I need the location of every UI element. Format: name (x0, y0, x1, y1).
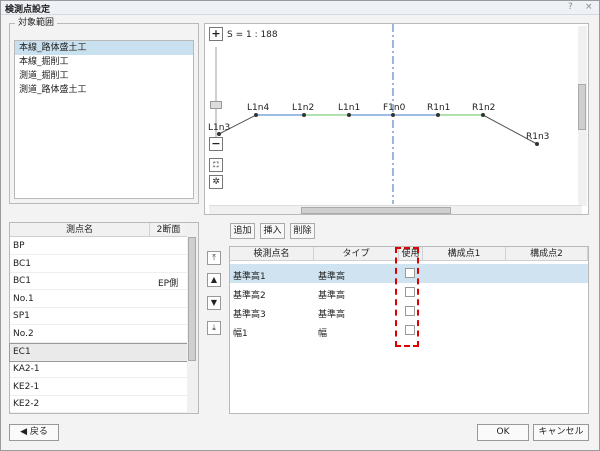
point-label: R1n1 (427, 103, 451, 113)
station-row[interactable]: BP (10, 238, 188, 255)
cancel-button[interactable]: キャンセル (533, 424, 589, 441)
check-point-name: 幅1 (233, 329, 248, 339)
back-button[interactable]: ◀ 戻る (9, 424, 59, 441)
point-label: L1n3 (208, 123, 231, 133)
range-item[interactable]: 測道_掘削工 (15, 69, 193, 83)
range-label: 対象範囲 (15, 15, 58, 28)
point-label: R1n3 (526, 132, 550, 142)
move-bottom-icon[interactable]: ⤓ (207, 321, 221, 335)
station-row[interactable]: KE2-1 (10, 379, 188, 396)
station-row[interactable]: No.1 (10, 291, 188, 308)
column-header[interactable]: タイプ (314, 247, 399, 261)
two-section-value: EP側 (158, 279, 179, 290)
point-r1n1 (436, 113, 440, 117)
range-item[interactable]: 本線_路体盛土工 (15, 41, 193, 55)
range-item[interactable]: 本線_掘削工 (15, 55, 193, 69)
station-row[interactable]: BC1 (10, 256, 188, 273)
station-name: KE2-2 (13, 399, 40, 410)
column-header[interactable]: 構成点2 (506, 247, 588, 261)
preview-horizontal-scrollbar[interactable] (209, 205, 582, 214)
station-row[interactable]: EC1 (9, 342, 189, 362)
delete-button[interactable]: 削除 (290, 223, 315, 239)
add-button[interactable]: 追加 (230, 223, 255, 239)
check-point-name: 基準高1 (233, 272, 266, 282)
use-column-highlight (395, 247, 419, 347)
point-r1n2 (481, 113, 485, 117)
station-name: SP1 (13, 311, 30, 322)
column-header[interactable]: 測点名 (10, 223, 150, 237)
window-title: 検測点設定 (5, 5, 51, 15)
range-item[interactable]: 測道_路体盛土工 (15, 83, 193, 97)
range-list[interactable]: 本線_路体盛土工 本線_掘削工 測道_掘削工 測道_路体盛土工 (14, 40, 194, 199)
preview-vertical-scrollbar[interactable] (578, 26, 587, 206)
check-point-name: 基準高3 (233, 310, 266, 320)
station-row[interactable]: No.2 (10, 326, 188, 343)
point-label: L1n1 (338, 103, 361, 113)
move-down-icon[interactable]: ▼ (207, 296, 221, 310)
station-name: KA2-1 (13, 364, 40, 375)
station-table[interactable]: 測点名 2断面 BP BC1 BC1 EP側 No.1 SP1 No.2 EC1 KA2-1 KE… (9, 222, 199, 414)
station-row[interactable]: BC1 EP側 (10, 273, 188, 291)
check-point-name: 基準高2 (233, 291, 266, 301)
station-name: KE2-1 (13, 381, 40, 392)
point-l1n4 (254, 113, 258, 117)
move-top-icon[interactable]: ⤒ (207, 251, 221, 265)
title-bar: 検測点設定 ? × (1, 1, 599, 15)
move-up-icon[interactable]: ▲ (207, 273, 221, 287)
range-group: 本線_路体盛土工 本線_掘削工 測道_掘削工 測道_路体盛土工 (9, 23, 199, 204)
check-point-type: 基準高 (318, 272, 346, 282)
station-name: EC1 (13, 346, 31, 357)
station-table-scrollbar[interactable] (187, 223, 198, 413)
check-point-type: 基準高 (318, 310, 346, 320)
point-f1n0 (391, 113, 395, 117)
check-point-type: 幅 (318, 329, 328, 339)
left-slope-line (218, 114, 304, 135)
point-l1n1 (347, 113, 351, 117)
station-row[interactable]: SP1 (10, 308, 188, 326)
dialog-window: 検測点設定 ? × 本線_路体盛土工 本線_掘削工 測道_掘削工 測道_路体盛土… (0, 0, 600, 451)
vertical-scroll-thumb[interactable] (578, 84, 586, 130)
station-name: BC1 (13, 258, 32, 269)
station-name: BC1 (13, 276, 32, 287)
point-label: L1n4 (247, 103, 270, 113)
column-header[interactable]: 構成点1 (423, 247, 506, 261)
point-r1n3 (535, 142, 539, 146)
help-icon[interactable]: ? (568, 2, 573, 12)
station-name: No.1 (13, 293, 34, 304)
station-name: BP (13, 241, 25, 251)
station-name: No.2 (13, 329, 34, 339)
point-label: L1n2 (292, 103, 315, 113)
column-header[interactable]: 検測点名 (230, 247, 314, 261)
cross-section-preview[interactable]: S = 1 : 188 + − ⛶ ✲ L1n4 L1n2 L1n1 F1n0 … (204, 23, 589, 215)
close-icon[interactable]: × (585, 2, 593, 12)
point-label: R1n2 (472, 103, 496, 113)
horizontal-scroll-thumb[interactable] (301, 207, 451, 214)
section-drawing (217, 24, 539, 204)
point-label: F1n0 (383, 103, 406, 113)
point-l1n2 (302, 113, 306, 117)
station-row[interactable]: KA2-1 (10, 361, 188, 379)
ok-button[interactable]: OK (477, 424, 529, 441)
check-point-type: 基準高 (318, 291, 346, 301)
station-scroll-thumb[interactable] (188, 237, 196, 361)
column-header[interactable]: 2断面 (150, 223, 188, 237)
station-row[interactable]: KE2-2 (10, 396, 188, 414)
insert-button[interactable]: 挿入 (260, 223, 285, 239)
